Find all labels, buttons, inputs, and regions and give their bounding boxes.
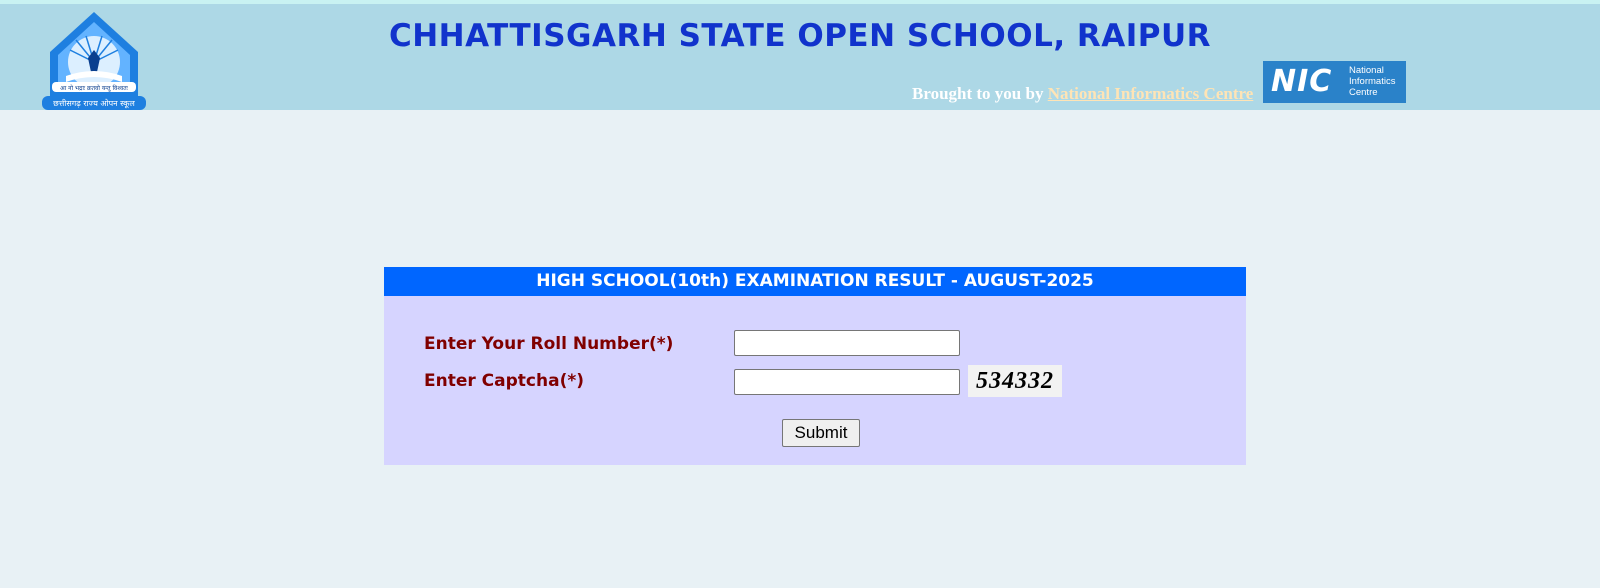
logo-motto: आ नो भद्राः क्रतवो यन्तु विश्वतः xyxy=(60,84,129,92)
credit-line: Brought to you by National Informatics C… xyxy=(912,84,1253,104)
roll-number-label: Enter Your Roll Number(*) xyxy=(424,334,674,354)
nic-link[interactable]: National Informatics Centre xyxy=(1048,84,1254,103)
nic-logo: NIC National Informatics Centre xyxy=(1263,61,1406,103)
nic-logo-text: National Informatics Centre xyxy=(1349,65,1405,98)
result-form-panel: HIGH SCHOOL(10th) EXAMINATION RESULT - A… xyxy=(384,267,1246,465)
credit-prefix: Brought to you by xyxy=(912,84,1044,103)
captcha-image: 534332 xyxy=(968,365,1062,397)
logo-name: छत्तीसगढ़ राज्य ओपन स्कूल xyxy=(53,98,135,109)
captcha-label: Enter Captcha(*) xyxy=(424,371,584,391)
form-title: HIGH SCHOOL(10th) EXAMINATION RESULT - A… xyxy=(384,267,1246,296)
roll-number-input[interactable] xyxy=(734,330,960,356)
nic-logo-line-2: Informatics xyxy=(1349,76,1396,87)
captcha-input[interactable] xyxy=(734,369,960,395)
site-header: आ नो भद्राः क्रतवो यन्तु विश्वतः छत्तीसग… xyxy=(0,4,1600,110)
submit-button[interactable]: Submit xyxy=(782,419,860,447)
site-title: CHHATTISGARH STATE OPEN SCHOOL, RAIPUR xyxy=(388,18,1212,54)
nic-logo-mark: NIC xyxy=(1271,64,1333,99)
nic-logo-line-3: Centre xyxy=(1349,87,1378,98)
nic-logo-line-1: National xyxy=(1349,65,1384,76)
